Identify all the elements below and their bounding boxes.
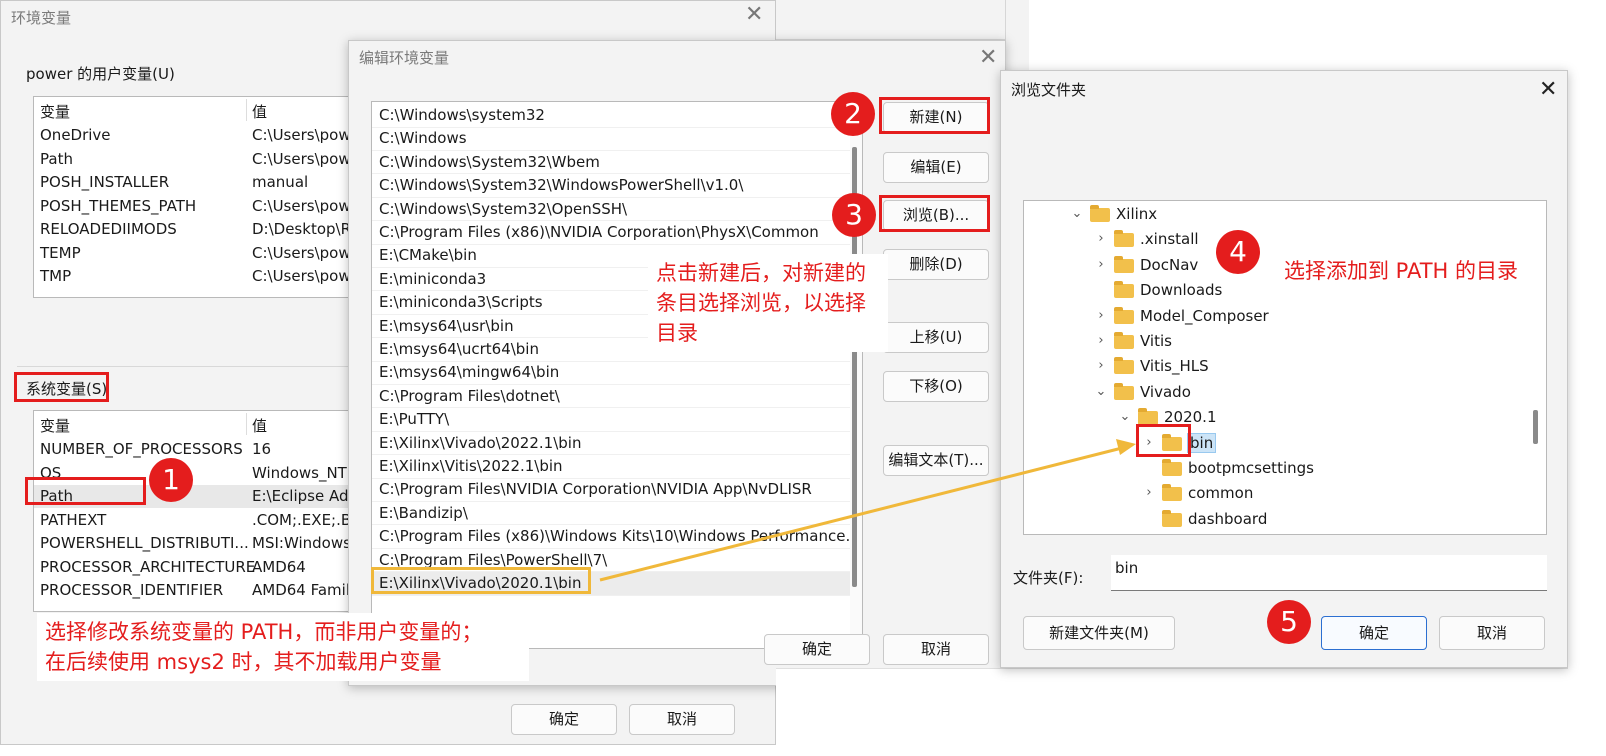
new-entry-highlight [371,567,591,594]
note-browse: 点击新建后，对新建的 条目选择浏览，以选择 目录 [648,254,888,352]
browse-button-highlight [879,195,990,232]
step-badge-1: 1 [149,458,193,502]
note-system-path: 选择修改系统变量的 PATH，而非用户变量的； 在后续使用 msys2 时，其不… [37,613,529,681]
step-badge-3: 3 [832,193,876,237]
new-button-highlight [879,97,990,134]
bin-folder-highlight [1136,424,1191,457]
step-badge-5: 5 [1267,600,1311,644]
path-row-highlight [25,477,146,505]
step-badge-4: 4 [1216,230,1260,274]
system-vars-label-highlight [14,372,109,402]
step-badge-2: 2 [831,92,875,136]
note-select-folder: 选择添加到 PATH 的目录 [1284,259,1519,283]
